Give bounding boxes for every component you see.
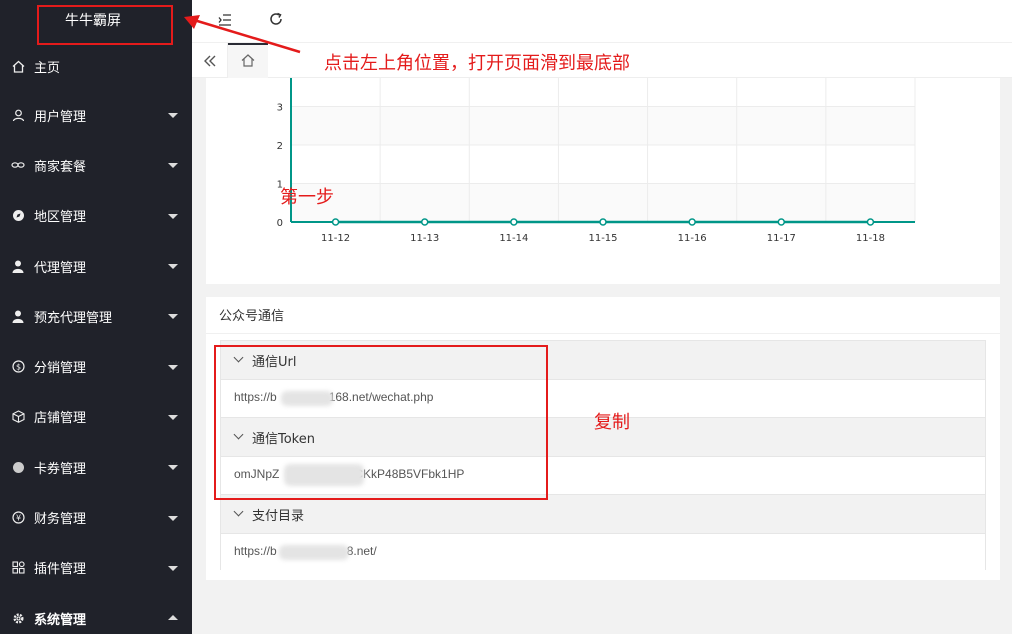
chevron-up-icon [168,615,178,621]
chevron-down-icon [168,113,178,119]
pay-dir-suffix: 8.net/ [346,544,377,558]
chevron-down-icon [168,565,178,571]
chevron-down-icon [168,213,178,219]
grid-band [291,145,915,184]
chevron-down-icon [233,506,244,517]
sidebar-item-label: 插件管理 [34,562,87,578]
data-point [331,218,340,226]
sidebar-item-label: 分销管理 [34,361,87,377]
sidebar-item-label: 主页 [34,60,61,76]
cube-icon [11,410,25,424]
chevron-down-icon [168,465,178,471]
svg-text:$: $ [15,363,20,372]
sidebar-item-finance[interactable]: ¥ 财务管理 [0,492,192,542]
collapse-body-pay-dir: https://b 8.net/ [221,534,985,572]
chevron-down-icon [168,264,178,270]
sidebar-item-home[interactable]: 主页 [0,42,192,90]
home-icon [241,53,255,71]
grid-band [291,78,915,107]
chevron-down-icon [168,314,178,320]
grid-band [291,106,915,145]
grid-band [291,183,915,222]
sidebar-item-label: 财务管理 [34,512,87,528]
x-tick-label: 11-13 [410,233,439,244]
divider [206,333,1000,334]
line-chart: 012311-12 11-13 11-14 11-15 11-16 11-17 11-18 [277,78,916,244]
circle-icon [11,460,25,474]
redaction-blur [279,545,349,560]
x-tick-label: 11-16 [678,233,707,244]
sidebar-item-users[interactable]: 用户管理 [0,90,192,140]
sidebar-item-region[interactable]: 地区管理 [0,191,192,241]
sidebar-item-prepaid-agent[interactable]: 预充代理管理 [0,291,192,341]
data-point [510,218,518,226]
sidebar-item-label: 用户管理 [34,109,87,125]
annotation-step1: 第一步 [280,187,334,208]
app-icon [11,561,25,575]
top-header [192,0,1012,42]
y-tick-label: 0 [277,218,283,229]
sidebar-item-label: 地区管理 [34,210,87,226]
dollar-icon: $ [11,360,25,374]
sidebar-item-label: 商家套餐 [34,159,87,175]
pay-dir-prefix: https://b [234,544,277,558]
sidebar-item-merchant-package[interactable]: 商家套餐 [0,140,192,190]
compass-icon [11,209,25,223]
chevron-down-icon [168,515,178,521]
sidebar: 牛牛霸屏 主页 用户管理 商家套餐 地区管理 代理管理 预充代理管理 $ 分销管… [0,0,192,634]
chevron-down-icon [168,163,178,169]
svg-text:¥: ¥ [15,514,20,523]
data-point [866,218,875,226]
link-icon [11,158,25,172]
data-point [688,218,696,226]
sidebar-item-label: 店铺管理 [34,411,87,427]
annotation-top: 点击左上角位置，打开页面滑到最底部 [324,53,630,74]
sidebar-item-label: 系统管理 [34,612,87,628]
y-tick-label: 2 [277,141,283,152]
sidebar-item-coupon[interactable]: 卡券管理 [0,442,192,492]
person-icon [11,259,25,273]
data-point [420,218,429,226]
x-tick-label: 11-15 [588,233,617,244]
y-tick-label: 3 [277,103,283,114]
sidebar-item-agent[interactable]: 代理管理 [0,241,192,291]
x-tick-label: 11-14 [499,233,528,244]
panel-title: 公众号通信 [219,309,285,324]
x-tick-label: 11-12 [321,233,350,244]
annotation-box-logo [37,5,173,45]
sidebar-item-label: 代理管理 [34,260,87,276]
data-point [777,218,786,226]
sidebar-item-plugins[interactable]: 插件管理 [0,543,192,593]
sidebar-nav: 主页 用户管理 商家套餐 地区管理 代理管理 预充代理管理 $ 分销管理 店铺管… [0,42,192,634]
annotation-arrow [184,15,301,54]
chevron-down-icon [168,414,178,420]
sidebar-item-distribution[interactable]: $ 分销管理 [0,341,192,391]
sidebar-item-label: 卡券管理 [34,461,87,477]
chart-card: 0 1 2 3 11-12 11-13 11-14 11-15 11-16 11-17 11-18 [206,78,1000,284]
annotation-box-copy [214,345,548,500]
collapse-header-pay-dir[interactable]: 支付目录 [221,495,985,534]
annotation-copy: 复制 [594,412,630,433]
x-tick-label: 11-18 [856,233,885,244]
home-icon [11,59,25,73]
chevron-down-icon [168,364,178,370]
gear-icon [11,611,25,625]
person-icon [11,309,25,323]
sidebar-item-store[interactable]: 店铺管理 [0,392,192,442]
sidebar-item-system[interactable]: 系统管理 [0,593,192,634]
section-title: 支付目录 [252,509,305,524]
data-point [599,218,607,226]
user-icon [11,108,25,122]
sidebar-item-label: 预充代理管理 [34,310,113,326]
yen-icon: ¥ [11,511,25,525]
x-tick-label: 11-17 [767,233,796,244]
